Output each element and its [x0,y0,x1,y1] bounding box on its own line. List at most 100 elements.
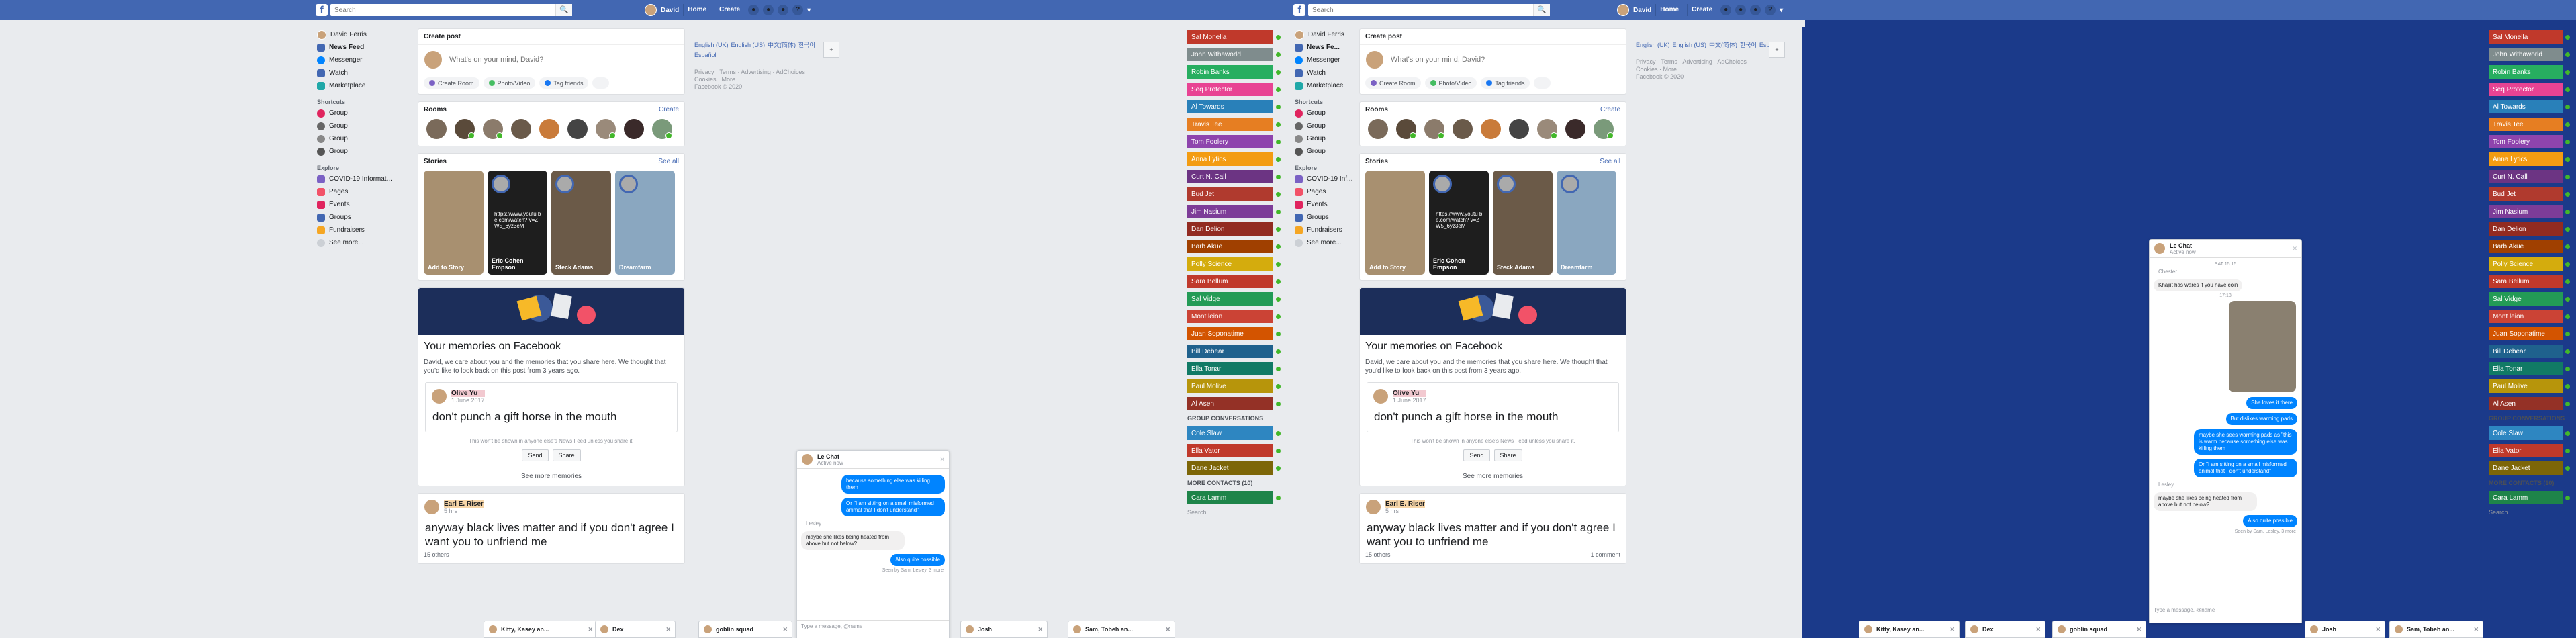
explore-item[interactable]: Events [316,198,416,211]
create-room-link[interactable]: Create [659,106,679,113]
contact-item[interactable]: Sal Monella [1187,28,1288,46]
nav-watch[interactable]: Watch [316,66,416,79]
message-input[interactable]: Type a message, @name [2150,604,2301,623]
close-icon[interactable]: ✕ [1038,626,1043,633]
poster-name[interactable]: Olive Yu [1393,389,1426,397]
room-avatar[interactable] [596,119,616,139]
create-room-button[interactable]: Create Room [1365,77,1421,89]
shortcut-item[interactable]: Group [316,145,416,158]
contact-item[interactable]: Dan Delion [2489,220,2576,238]
language-link[interactable]: Español [694,52,717,59]
see-more-link[interactable]: See more... [316,236,416,249]
contact-item[interactable]: Barb Akue [2489,238,2576,255]
close-icon[interactable]: ✕ [939,456,945,463]
post-date[interactable]: 5 hrs [444,508,484,514]
tag-friends-button[interactable]: Tag friends [1481,77,1530,89]
nav-marketplace[interactable]: Marketplace [1293,79,1361,92]
room-avatar[interactable] [426,119,447,139]
room-avatar[interactable] [1509,119,1529,139]
contact-item[interactable]: Barb Akue [1187,238,1288,255]
contact-item[interactable]: Tom Foolery [1187,133,1288,150]
room-avatar[interactable] [567,119,588,139]
footer-links[interactable]: Privacy · Terms · Advertising · AdChoice… [1636,58,1785,66]
post-date[interactable]: 5 hrs [1385,508,1425,514]
close-icon[interactable]: ✕ [2136,626,2142,633]
facebook-logo[interactable]: f [316,4,328,16]
contact-item[interactable]: Juan Soponatime [1187,325,1288,343]
language-link[interactable]: English (UK) [1636,42,1670,49]
see-all-link[interactable]: See all [658,158,679,165]
avatar[interactable] [1373,388,1389,404]
contact-item[interactable]: Robin Banks [2489,63,2576,81]
contact-item[interactable]: Ella Tonar [1187,360,1288,377]
search-icon[interactable]: 🔍 [555,4,572,16]
avatar[interactable] [645,4,657,16]
search-input[interactable] [330,4,560,16]
contact-item[interactable]: Dane Jacket [1187,459,1288,477]
close-icon[interactable]: ✕ [1165,626,1170,633]
explore-item[interactable]: COVID-19 Inf... [1293,173,1361,185]
room-avatar[interactable] [1537,119,1557,139]
chevron-down-icon[interactable]: ▾ [807,7,811,14]
search-input[interactable] [1308,4,1538,16]
search-icon[interactable]: 🔍 [1533,4,1550,16]
see-more-memories-link[interactable]: See more memories [418,467,684,486]
room-avatar[interactable] [1594,119,1614,139]
close-icon[interactable]: ✕ [2292,245,2297,253]
language-link[interactable]: English (UK) [694,42,729,49]
tag-friends-button[interactable]: Tag friends [539,77,589,89]
search-box[interactable]: 🔍 [330,4,572,16]
room-avatar[interactable] [1481,119,1501,139]
chat-tab[interactable]: Kitty, Kasey an... ✕ [484,621,598,638]
contact-item[interactable]: Cole Slaw [1187,424,1288,442]
story-card[interactable]: https://www.youtu be.com/watch? v=ZW5_6y… [488,171,547,275]
shortcut-item[interactable]: Group [316,107,416,120]
room-avatar[interactable] [1565,119,1585,139]
contact-item[interactable]: Bill Debear [1187,343,1288,360]
contact-item[interactable]: Mont leion [2489,308,2576,325]
shortcut-item[interactable]: Group [1293,145,1361,158]
language-link[interactable]: English (US) [1673,42,1707,49]
story-card[interactable]: Dreamfarm [1557,171,1616,275]
nav-profile[interactable]: David Ferris [1293,28,1361,41]
contact-item[interactable]: Ella Vator [1187,442,1288,459]
room-avatar[interactable] [652,119,672,139]
story-card[interactable]: Dreamfarm [615,171,675,275]
contact-item[interactable]: Seq Protector [1187,81,1288,98]
close-icon[interactable]: ✕ [2473,626,2479,633]
contact-item[interactable]: Jim Nasium [1187,203,1288,220]
facebook-logo[interactable]: f [1293,4,1305,16]
contact-item[interactable]: Seq Protector [2489,81,2576,98]
share-button[interactable]: Share [552,449,581,461]
contact-item[interactable]: Dan Delion [1187,220,1288,238]
more-options-button[interactable]: ⋯ [592,77,610,89]
chat-tab[interactable]: Dex ✕ [595,621,676,638]
poster-name[interactable]: Earl E. Riser [444,500,484,508]
close-icon[interactable]: ✕ [782,626,788,633]
friends-icon[interactable]: ● [1720,5,1732,15]
profile-link[interactable]: David [661,7,679,14]
contact-item[interactable]: Sal Vidge [1187,290,1288,308]
contact-item[interactable]: Ella Tonar [2489,360,2576,377]
footer-links[interactable]: Cookies · More [1636,66,1785,73]
explore-item[interactable]: Fundraisers [316,224,416,236]
post-date[interactable]: 1 June 2017 [1393,397,1426,404]
chevron-down-icon[interactable]: ▾ [1780,7,1783,14]
contact-item[interactable]: Paul Molive [2489,377,2576,395]
explore-item[interactable]: Events [1293,198,1361,211]
friends-icon[interactable]: ● [748,5,760,15]
close-icon[interactable]: ✕ [588,626,593,633]
see-more-link[interactable]: See more... [1293,236,1361,249]
chat-tab[interactable]: Josh ✕ [2305,621,2385,638]
shortcut-item[interactable]: Group [1293,107,1361,120]
chat-tab[interactable]: Dex ✕ [1965,621,2045,638]
explore-item[interactable]: COVID-19 Informat... [316,173,416,185]
shortcut-item[interactable]: Group [1293,120,1361,132]
chat-tab[interactable]: goblin squad ✕ [698,621,792,638]
create-room-button[interactable]: Create Room [424,77,479,89]
contact-item[interactable]: Cara Lamm [2489,489,2576,506]
close-icon[interactable]: ✕ [2375,626,2381,633]
contact-item[interactable]: Jim Nasium [2489,203,2576,220]
explore-item[interactable]: Fundraisers [1293,224,1361,236]
story-card[interactable]: Steck Adams [551,171,611,275]
